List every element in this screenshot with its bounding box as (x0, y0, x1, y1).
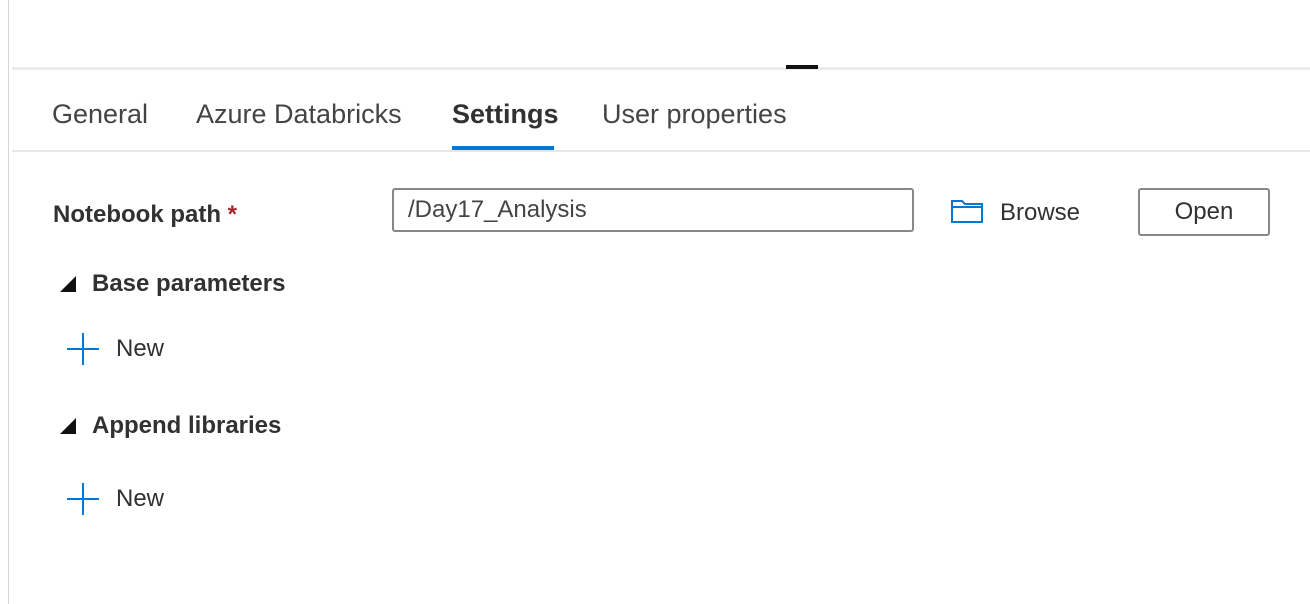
tab-user-properties[interactable]: User properties (602, 96, 787, 132)
folder-icon (950, 198, 984, 229)
browse-label: Browse (1000, 199, 1081, 226)
collapse-triangle-icon (60, 418, 76, 434)
plus-icon (66, 332, 100, 366)
notebook-path-label-text: Notebook path (53, 201, 221, 228)
panel-left-border (8, 0, 9, 604)
new-label: New (116, 485, 165, 512)
notebook-path-input[interactable] (392, 188, 914, 232)
activity-tabs: General Azure Databricks Settings User p… (12, 70, 1310, 152)
section-header-base-parameters[interactable]: Base parameters (60, 270, 285, 298)
active-tab-indicator (452, 146, 554, 150)
collapse-triangle-icon (60, 276, 76, 292)
open-button[interactable]: Open (1138, 188, 1270, 236)
canvas-area (12, 0, 1310, 67)
tab-general[interactable]: General (52, 96, 148, 132)
section-title-base-parameters: Base parameters (92, 270, 286, 297)
browse-button[interactable]: Browse (950, 196, 1080, 230)
tab-azure-databricks[interactable]: Azure Databricks (196, 96, 402, 132)
pipeline-activity-panel: General Azure Databricks Settings User p… (0, 0, 1310, 604)
tab-settings[interactable]: Settings (452, 96, 559, 132)
section-title-append-libraries: Append libraries (92, 412, 282, 439)
splitter-drag-handle[interactable] (786, 65, 818, 69)
required-marker: * (227, 201, 238, 228)
notebook-path-label: Notebook path * (53, 200, 237, 230)
section-header-append-libraries[interactable]: Append libraries (60, 412, 281, 440)
add-base-parameter-button[interactable]: New (66, 332, 164, 366)
plus-icon (66, 482, 100, 516)
add-library-button[interactable]: New (66, 482, 164, 516)
new-label: New (116, 335, 165, 362)
